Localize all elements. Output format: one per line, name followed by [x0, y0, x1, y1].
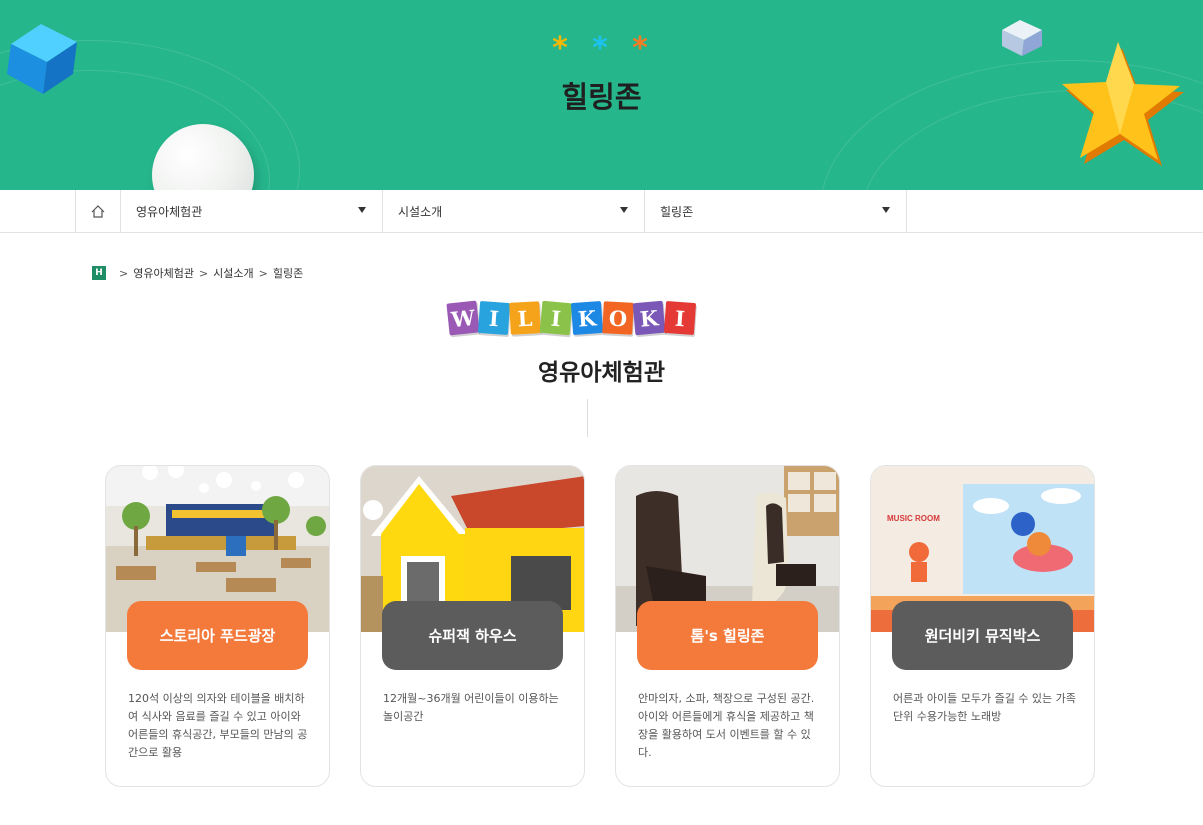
yellow-star-decoration: [1062, 42, 1184, 166]
divider-line: [587, 399, 588, 437]
breadcrumb-separator: >: [258, 266, 268, 280]
star-icon: *: [632, 31, 648, 66]
facility-description: 120석 이상의 의자와 테이블을 배치하여 식사와 음료를 즐길 수 있고 아…: [128, 692, 308, 759]
section-title: 영유아체험관: [538, 360, 665, 386]
logo-letter: L: [509, 301, 541, 335]
home-icon: [91, 205, 105, 218]
breadcrumb-separator: >: [119, 266, 129, 280]
small-cube-decoration: [1002, 20, 1042, 56]
dropdown-label: 시설소개: [398, 205, 443, 219]
breadcrumb-item[interactable]: 시설소개: [213, 265, 253, 281]
facility-title-badge[interactable]: 원더비키 뮤직박스: [892, 601, 1073, 670]
dropdown-label: 힐링존: [660, 205, 694, 219]
facility-card[interactable]: 톰's 힐링존 안마의자, 소파, 책장으로 구성된 공간. 아이와 어른들에게…: [615, 465, 840, 787]
star-icon: *: [592, 31, 608, 66]
breadcrumb: H > 영유아체험관 > 시설소개 > 힐링존: [92, 265, 303, 281]
title-stars: * * *: [548, 34, 658, 64]
facility-card[interactable]: MUSIC ROOM 원더비키 뮤직박스 어른과 아이들 모두가 즐길 수 있는…: [870, 465, 1095, 787]
breadcrumb-separator: >: [198, 266, 209, 280]
breadcrumb-item[interactable]: 힐링존: [273, 265, 303, 281]
home-button[interactable]: [75, 190, 121, 233]
logo-letter: O: [602, 301, 634, 335]
facility-description: 어른과 아이들 모두가 즐길 수 있는 가족단위 수용가능한 노래방: [893, 692, 1076, 723]
logo-letter: I: [539, 300, 573, 336]
music-room-sign: MUSIC ROOM: [887, 514, 940, 523]
dropdown-level1[interactable]: 영유아체험관: [121, 190, 383, 233]
star-icon: *: [552, 31, 568, 66]
facility-title-badge[interactable]: 슈퍼잭 하우스: [382, 601, 563, 670]
logo-letter: I: [663, 300, 697, 336]
facility-title-badge[interactable]: 톰's 힐링존: [637, 601, 818, 670]
location-navbar: 영유아체험관 시설소개 힐링존: [0, 190, 1203, 233]
facility-card[interactable]: 슈퍼잭 하우스 12개월~36개월 어린이들이 이용하는 놀이공간: [360, 465, 585, 787]
logo-letter: K: [632, 300, 666, 336]
home-badge-icon[interactable]: H: [92, 266, 106, 280]
dropdown-arrow-icon: [620, 207, 628, 213]
dropdown-arrow-icon: [882, 207, 890, 213]
logo-letter: W: [446, 300, 480, 336]
breadcrumb-item[interactable]: 영유아체험관: [133, 265, 194, 281]
page-title: 힐링존: [561, 80, 642, 114]
facility-title-badge[interactable]: 스토리아 푸드광장: [127, 601, 308, 670]
dropdown-arrow-icon: [358, 207, 366, 213]
wilikoki-logo: W I L I K O K I: [446, 300, 697, 336]
header-banner: * * * 힐링존: [0, 0, 1203, 190]
logo-letter: I: [477, 300, 511, 336]
facility-description: 12개월~36개월 어린이들이 이용하는 놀이공간: [383, 692, 559, 723]
facility-card[interactable]: 스토리아 푸드광장 120석 이상의 의자와 테이블을 배치하여 식사와 음료를…: [105, 465, 330, 787]
dropdown-level2[interactable]: 시설소개: [383, 190, 645, 233]
dropdown-label: 영유아체험관: [136, 205, 203, 219]
dropdown-level3[interactable]: 힐링존: [645, 190, 907, 233]
facility-description: 안마의자, 소파, 책장으로 구성된 공간. 아이와 어른들에게 휴식을 제공하…: [638, 692, 815, 759]
logo-letter: K: [570, 300, 604, 336]
